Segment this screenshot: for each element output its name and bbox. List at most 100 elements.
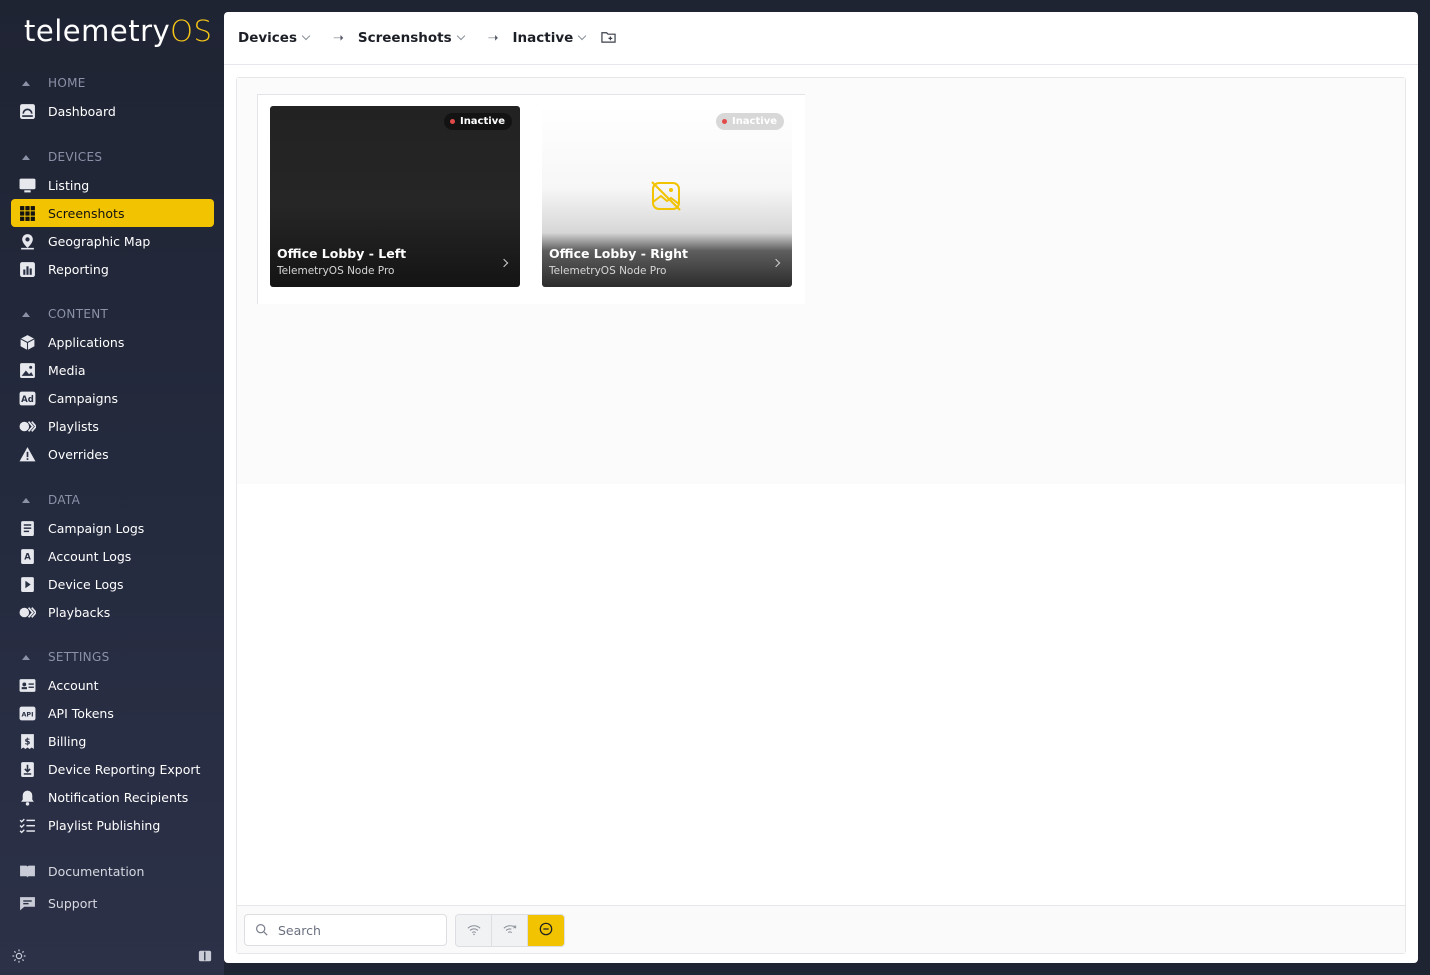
grid-icon bbox=[19, 205, 36, 222]
chevron-right-icon bbox=[499, 258, 509, 268]
sidebar-item-label: Notification Recipients bbox=[48, 789, 189, 805]
id-card-icon bbox=[19, 677, 36, 694]
section-header-data[interactable]: DATA bbox=[0, 486, 224, 514]
section-title: DATA bbox=[48, 493, 81, 507]
search-icon bbox=[255, 921, 268, 940]
billing-icon: $ bbox=[19, 733, 36, 750]
api-icon: API bbox=[19, 705, 36, 722]
breadcrumb-label: Devices bbox=[238, 30, 297, 46]
section-header-settings[interactable]: SETTINGS bbox=[0, 643, 224, 671]
theme-toggle-icon[interactable] bbox=[12, 948, 26, 967]
sidebar-item-label: Documentation bbox=[48, 863, 145, 879]
breadcrumb-screenshots[interactable]: Screenshots bbox=[357, 30, 465, 46]
arrow-right-icon: ➝ bbox=[332, 30, 344, 46]
minus-circle-icon bbox=[539, 921, 553, 940]
svg-text:A: A bbox=[24, 552, 31, 562]
log-icon bbox=[19, 520, 36, 537]
sidebar-item-listing[interactable]: Listing bbox=[11, 171, 214, 199]
wifi-off-icon bbox=[503, 921, 517, 940]
svg-text:Ad: Ad bbox=[21, 395, 34, 405]
app-logo[interactable]: telemetryOS bbox=[24, 14, 212, 48]
image-off-icon bbox=[650, 180, 682, 216]
warning-icon bbox=[19, 446, 36, 463]
device-log-icon bbox=[19, 576, 36, 593]
bell-icon bbox=[19, 789, 36, 806]
sidebar-item-playlists[interactable]: Playlists bbox=[11, 412, 214, 440]
section-title: HOME bbox=[48, 76, 86, 90]
status-label: Inactive bbox=[731, 116, 777, 127]
svg-text:API: API bbox=[22, 710, 34, 718]
sidebar-item-support[interactable]: Support bbox=[11, 889, 214, 917]
sidebar-item-playbacks[interactable]: Playbacks bbox=[11, 598, 214, 626]
section-header-content[interactable]: CONTENT bbox=[0, 300, 224, 328]
section-extra: Documentation Support bbox=[0, 857, 224, 917]
section-header-home[interactable]: HOME bbox=[0, 69, 224, 97]
playback-icon bbox=[19, 604, 36, 621]
arrow-right-icon: ➝ bbox=[487, 30, 499, 46]
sidebar-item-label: Campaign Logs bbox=[48, 520, 145, 536]
sidebar-item-applications[interactable]: Applications bbox=[11, 328, 214, 356]
sidebar-item-label: Media bbox=[48, 362, 86, 378]
filter-inactive-button[interactable] bbox=[528, 915, 564, 946]
collapse-sidebar-icon[interactable] bbox=[198, 948, 212, 967]
device-card[interactable]: Inactive Office Lobby - Right TelemetryO… bbox=[542, 106, 792, 287]
sidebar-item-label: Playbacks bbox=[48, 604, 111, 620]
filter-online-button[interactable] bbox=[456, 915, 492, 946]
sidebar-item-account-logs[interactable]: A Account Logs bbox=[11, 542, 214, 570]
section-home: HOME Dashboard bbox=[0, 69, 224, 125]
status-dot-icon bbox=[721, 119, 727, 124]
sidebar-bottom-bar bbox=[0, 940, 224, 970]
device-card[interactable]: Inactive Office Lobby - Left TelemetryOS… bbox=[270, 106, 520, 287]
device-group: Inactive Office Lobby - Left TelemetryOS… bbox=[257, 94, 805, 304]
chevron-down-icon bbox=[301, 31, 311, 41]
sidebar-item-overrides[interactable]: Overrides bbox=[11, 440, 214, 468]
sidebar-item-reporting[interactable]: Reporting bbox=[11, 255, 214, 283]
collapse-caret-icon bbox=[22, 80, 30, 86]
sidebar-item-media[interactable]: Media bbox=[11, 356, 214, 384]
sidebar-item-playlist-publishing[interactable]: Playlist Publishing bbox=[11, 811, 214, 839]
sidebar-item-label: Playlists bbox=[48, 418, 99, 434]
folder-add-icon[interactable] bbox=[601, 29, 616, 48]
sidebar-item-campaigns[interactable]: Ad Campaigns bbox=[11, 384, 214, 412]
sidebar-item-geographic-map[interactable]: Geographic Map bbox=[11, 227, 214, 255]
sidebar-item-account[interactable]: Account bbox=[11, 671, 214, 699]
section-title: CONTENT bbox=[48, 307, 109, 321]
device-card-title: Office Lobby - Left bbox=[277, 246, 407, 261]
section-title: SETTINGS bbox=[48, 650, 110, 664]
sidebar-item-billing[interactable]: $ Billing bbox=[11, 727, 214, 755]
sidebar-item-campaign-logs[interactable]: Campaign Logs bbox=[11, 514, 214, 542]
chevron-down-icon bbox=[456, 31, 465, 41]
sidebar-item-notification-recipients[interactable]: Notification Recipients bbox=[11, 783, 214, 811]
playlist-icon bbox=[19, 418, 36, 435]
breadcrumb-devices[interactable]: Devices bbox=[238, 30, 311, 46]
chevron-right-icon bbox=[771, 258, 781, 268]
sidebar-item-documentation[interactable]: Documentation bbox=[11, 857, 214, 885]
sidebar-item-label: Screenshots bbox=[48, 205, 125, 221]
sidebar-item-screenshots[interactable]: Screenshots bbox=[11, 199, 214, 227]
sidebar-item-device-reporting-export[interactable]: Device Reporting Export bbox=[11, 755, 214, 783]
section-header-devices[interactable]: DEVICES bbox=[0, 143, 224, 171]
breadcrumb-label: Screenshots bbox=[357, 30, 452, 46]
book-icon bbox=[19, 863, 36, 880]
collapse-caret-icon bbox=[22, 654, 30, 660]
device-card-subtitle: TelemetryOS Node Pro bbox=[549, 265, 667, 277]
sidebar-item-dashboard[interactable]: Dashboard bbox=[11, 97, 214, 125]
ad-icon: Ad bbox=[19, 390, 36, 407]
breadcrumb-inactive[interactable]: Inactive bbox=[513, 30, 587, 46]
sidebar-item-api-tokens[interactable]: API API Tokens bbox=[11, 699, 214, 727]
status-filter-group bbox=[455, 914, 565, 947]
download-icon bbox=[19, 761, 36, 778]
screenshot-grid: Inactive Office Lobby - Left TelemetryOS… bbox=[237, 78, 1405, 484]
search-box bbox=[244, 914, 447, 946]
sidebar-item-label: Support bbox=[48, 895, 98, 911]
breadcrumb: Devices ➝ Screenshots ➝ Inactive bbox=[224, 12, 1418, 65]
screenshot-content: Inactive Office Lobby - Left TelemetryOS… bbox=[236, 77, 1406, 954]
collapse-caret-icon bbox=[22, 497, 30, 503]
search-input[interactable] bbox=[278, 922, 428, 938]
sidebar-item-label: Dashboard bbox=[48, 103, 116, 119]
sidebar-item-device-logs[interactable]: Device Logs bbox=[11, 570, 214, 598]
section-title: DEVICES bbox=[48, 150, 103, 164]
section-data: DATA Campaign Logs A Account Logs Device… bbox=[0, 486, 224, 626]
sidebar-item-label: Account bbox=[48, 677, 99, 693]
filter-offline-button[interactable] bbox=[492, 915, 528, 946]
